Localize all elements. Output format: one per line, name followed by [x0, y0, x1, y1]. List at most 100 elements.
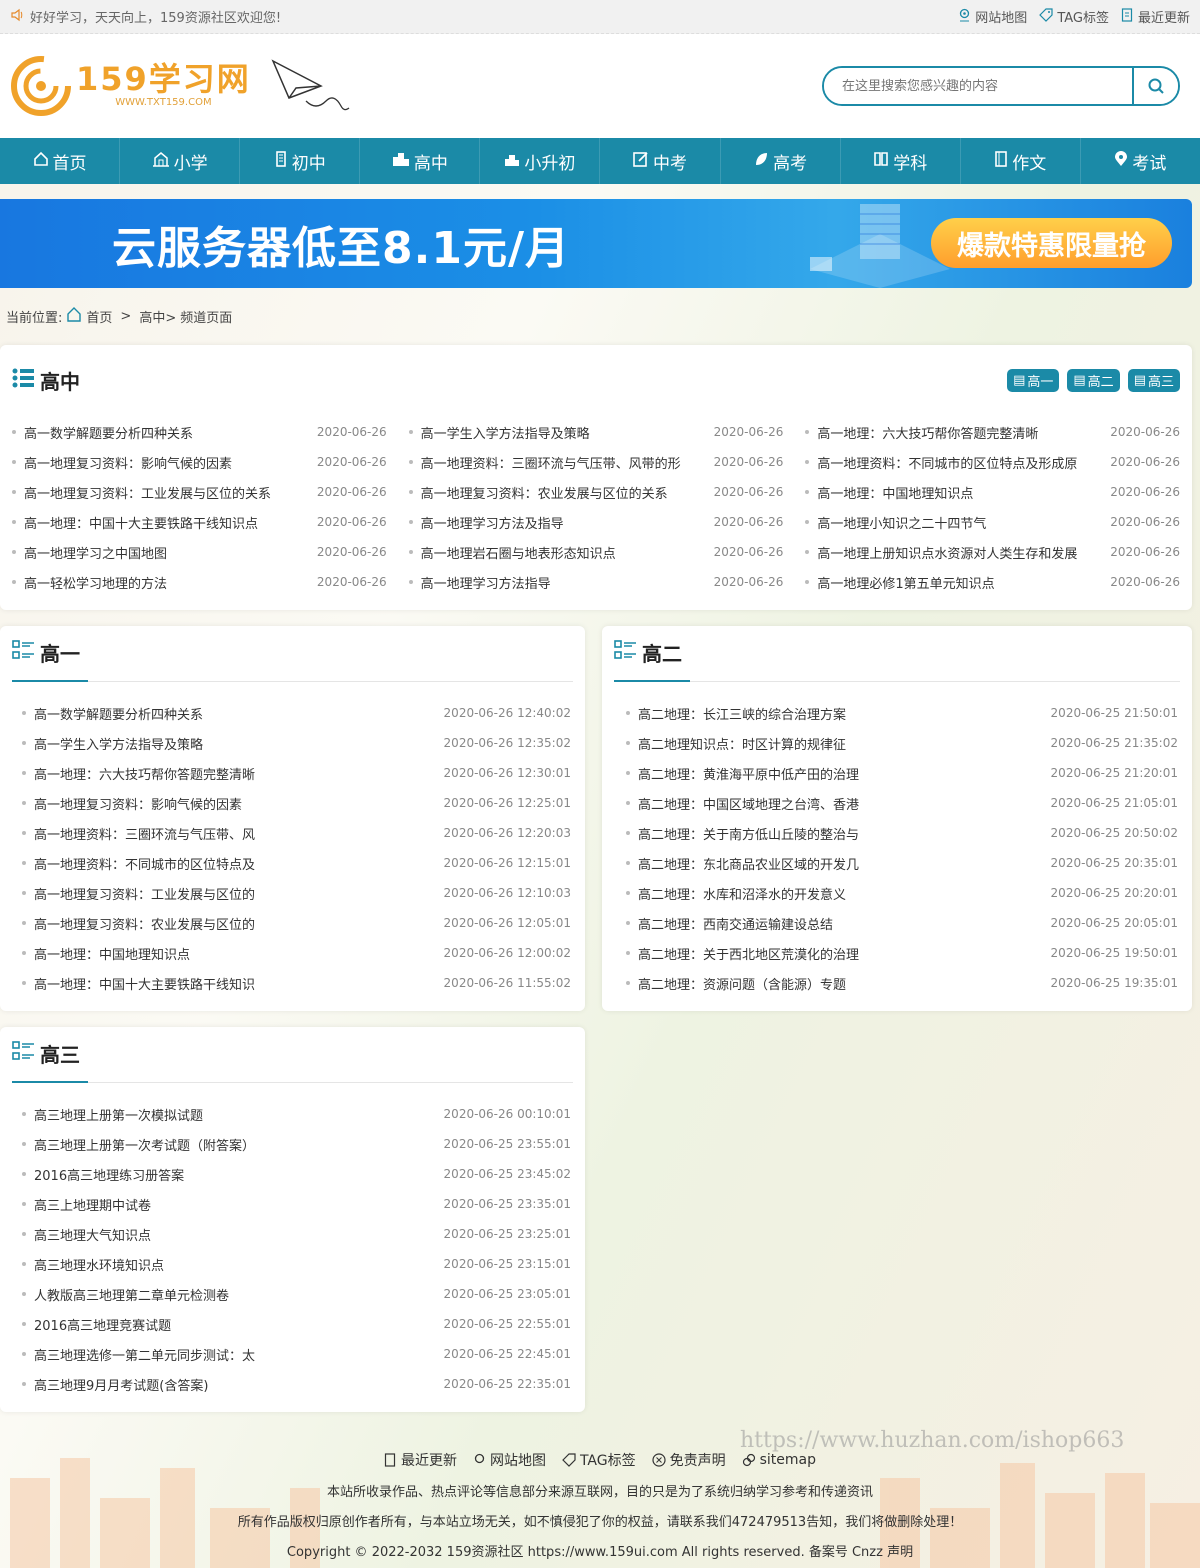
- list-item[interactable]: 高三地理大气知识点 2020-06-25 23:25:01: [22, 1219, 571, 1249]
- list-item[interactable]: 高一地理学习方法指导 2020-06-26: [409, 567, 784, 597]
- list-item-title[interactable]: 高一数学解题要分析四种关系: [12, 423, 193, 442]
- list-item[interactable]: 高三地理9月月考试题(含答案) 2020-06-25 22:35:01: [22, 1369, 571, 1399]
- list-item-title[interactable]: 高一地理：中国地理知识点: [805, 483, 973, 502]
- list-item-title[interactable]: 人教版高三地理第二章单元检测卷: [22, 1285, 229, 1304]
- nav-essay[interactable]: 作文: [961, 138, 1081, 184]
- list-item-title[interactable]: 高一地理资料：不同城市的区位特点及: [22, 854, 255, 873]
- list-item-title[interactable]: 高三地理大气知识点: [22, 1225, 151, 1244]
- list-item[interactable]: 高一地理：中国十大主要铁路干线知识 2020-06-26 11:55:02: [22, 968, 571, 998]
- list-item[interactable]: 高二地理：关于西北地区荒漠化的治理 2020-06-25 19:50:01: [626, 938, 1178, 968]
- list-item[interactable]: 高一地理资料：三圈环流与气压带、风带的形 2020-06-26: [409, 447, 784, 477]
- list-item[interactable]: 高三地理上册第一次考试题（附答案） 2020-06-25 23:55:01: [22, 1129, 571, 1159]
- list-item[interactable]: 高一地理：中国十大主要铁路干线知识点 2020-06-26: [12, 507, 387, 537]
- nav-home[interactable]: 首页: [0, 138, 121, 184]
- list-item-title[interactable]: 高一地理：中国十大主要铁路干线知识点: [12, 513, 258, 532]
- footer-link-sitemap[interactable]: 网站地图: [473, 1450, 546, 1470]
- list-item[interactable]: 高一地理岩石圈与地表形态知识点 2020-06-26: [409, 537, 784, 567]
- list-item[interactable]: 高一地理复习资料：工业发展与区位的 2020-06-26 12:10:03: [22, 878, 571, 908]
- list-item[interactable]: 高一地理复习资料：影响气候的因素 2020-06-26 12:25:01: [22, 788, 571, 818]
- list-item-title[interactable]: 高二地理：东北商品农业区域的开发几: [626, 854, 859, 873]
- footer-link-tags[interactable]: TAG标签: [562, 1450, 636, 1470]
- list-item[interactable]: 高一数学解题要分析四种关系 2020-06-26: [12, 417, 387, 447]
- list-item[interactable]: 高二地理：黄淮海平原中低产田的治理 2020-06-25 21:20:01: [626, 758, 1178, 788]
- tab-gaoer[interactable]: ▤ 高二: [1067, 368, 1120, 392]
- footer-link-recent[interactable]: 最近更新: [384, 1450, 457, 1470]
- list-item-title[interactable]: 高一地理复习资料：工业发展与区位的: [22, 884, 255, 903]
- list-item-title[interactable]: 高二地理：长江三峡的综合治理方案: [626, 704, 846, 723]
- list-item[interactable]: 人教版高三地理第二章单元检测卷 2020-06-25 23:05:01: [22, 1279, 571, 1309]
- list-item-title[interactable]: 高一地理复习资料：农业发展与区位的: [22, 914, 255, 933]
- list-item[interactable]: 高三上地理期中试卷 2020-06-25 23:35:01: [22, 1189, 571, 1219]
- list-item[interactable]: 高一地理复习资料：农业发展与区位的关系 2020-06-26: [409, 477, 784, 507]
- list-item-title[interactable]: 高三上地理期中试卷: [22, 1195, 151, 1214]
- nav-gaokao[interactable]: 高考: [721, 138, 841, 184]
- list-item-title[interactable]: 高一地理资料：不同城市的区位特点及形成原: [805, 453, 1077, 472]
- list-item[interactable]: 高一学生入学方法指导及策略 2020-06-26: [409, 417, 784, 447]
- tab-gaosan[interactable]: ▤ 高三: [1127, 368, 1180, 392]
- list-item-title[interactable]: 高一学生入学方法指导及策略: [409, 423, 590, 442]
- list-item-title[interactable]: 高三地理上册第一次模拟试题: [22, 1105, 203, 1124]
- footer-link-disclaimer[interactable]: 免责声明: [652, 1450, 726, 1470]
- list-item[interactable]: 高二地理：资源问题（含能源）专题 2020-06-25 19:35:01: [626, 968, 1178, 998]
- list-item[interactable]: 高二地理：关于南方低山丘陵的整治与 2020-06-25 20:50:02: [626, 818, 1178, 848]
- list-item[interactable]: 高一学生入学方法指导及策略 2020-06-26 12:35:02: [22, 728, 571, 758]
- list-item-title[interactable]: 高一地理：中国十大主要铁路干线知识: [22, 974, 255, 993]
- list-item-title[interactable]: 高一地理：中国地理知识点: [22, 944, 190, 963]
- logo[interactable]: 159学习网 WWW.TXT159.COM: [10, 55, 351, 117]
- nav-subjects[interactable]: 学科: [841, 138, 961, 184]
- list-item-title[interactable]: 高二地理：中国区域地理之台湾、香港: [626, 794, 859, 813]
- tag-link[interactable]: TAG标签: [1039, 7, 1109, 26]
- banner-cta-button[interactable]: 爆款特惠限量抢: [931, 218, 1172, 268]
- nav-junior[interactable]: 初中: [240, 138, 361, 184]
- list-item[interactable]: 高三地理上册第一次模拟试题 2020-06-26 00:10:01: [22, 1099, 571, 1129]
- list-item[interactable]: 高一地理复习资料：影响气候的因素 2020-06-26: [12, 447, 387, 477]
- list-item-title[interactable]: 高一地理复习资料：影响气候的因素: [22, 794, 242, 813]
- list-item[interactable]: 高二地理：西南交通运输建设总结 2020-06-25 20:05:01: [626, 908, 1178, 938]
- recent-link[interactable]: 最近更新: [1121, 7, 1190, 26]
- list-item[interactable]: 高二地理：水库和沼泽水的开发意义 2020-06-25 20:20:01: [626, 878, 1178, 908]
- list-item[interactable]: 高三地理选修一第二单元同步测试：太 2020-06-25 22:45:01: [22, 1339, 571, 1369]
- list-item[interactable]: 高一数学解题要分析四种关系 2020-06-26 12:40:02: [22, 698, 571, 728]
- list-item-title[interactable]: 高一轻松学习地理的方法: [12, 573, 167, 592]
- sitemap-link[interactable]: 网站地图: [958, 7, 1027, 26]
- list-item-title[interactable]: 高一学生入学方法指导及策略: [22, 734, 203, 753]
- breadcrumb-home[interactable]: 首页: [86, 307, 112, 326]
- list-item-title[interactable]: 高二地理：黄淮海平原中低产田的治理: [626, 764, 859, 783]
- list-item-title[interactable]: 高一地理学习方法指导: [409, 573, 551, 592]
- list-item-title[interactable]: 高二地理：关于西北地区荒漠化的治理: [626, 944, 859, 963]
- tab-gaoyi[interactable]: ▤ 高一: [1007, 368, 1060, 392]
- list-item[interactable]: 2016高三地理竞赛试题 2020-06-25 22:55:01: [22, 1309, 571, 1339]
- list-item-title[interactable]: 高二地理：关于南方低山丘陵的整治与: [626, 824, 859, 843]
- nav-zhongkao[interactable]: 中考: [600, 138, 721, 184]
- breadcrumb-current[interactable]: 高中>: [139, 307, 176, 326]
- list-item[interactable]: 高一地理复习资料：工业发展与区位的关系 2020-06-26: [12, 477, 387, 507]
- list-item[interactable]: 2016高三地理练习册答案 2020-06-25 23:45:02: [22, 1159, 571, 1189]
- list-item-title[interactable]: 高一地理资料：三圈环流与气压带、风带的形: [409, 453, 681, 472]
- list-item-title[interactable]: 高一地理学习之中国地图: [12, 543, 167, 562]
- list-item-title[interactable]: 高三地理上册第一次考试题（附答案）: [22, 1135, 255, 1154]
- list-item[interactable]: 高一地理小知识之二十四节气 2020-06-26: [805, 507, 1180, 537]
- list-item-title[interactable]: 高一地理复习资料：农业发展与区位的关系: [409, 483, 668, 502]
- nav-senior[interactable]: 高中: [360, 138, 481, 184]
- list-item[interactable]: 高一轻松学习地理的方法 2020-06-26: [12, 567, 387, 597]
- footer-link-xml-sitemap[interactable]: sitemap: [742, 1450, 816, 1470]
- list-item-title[interactable]: 高二地理：资源问题（含能源）专题: [626, 974, 846, 993]
- list-item-title[interactable]: 高三地理选修一第二单元同步测试：太: [22, 1345, 255, 1364]
- list-item[interactable]: 高一地理学习方法及指导 2020-06-26: [409, 507, 784, 537]
- list-item-title[interactable]: 高二地理知识点：时区计算的规律征: [626, 734, 846, 753]
- list-item[interactable]: 高一地理复习资料：农业发展与区位的 2020-06-26 12:05:01: [22, 908, 571, 938]
- list-item[interactable]: 高一地理学习之中国地图 2020-06-26: [12, 537, 387, 567]
- list-item[interactable]: 高一地理资料：不同城市的区位特点及形成原 2020-06-26: [805, 447, 1180, 477]
- nav-xiaoshengchu[interactable]: 小升初: [480, 138, 601, 184]
- list-item-title[interactable]: 高一地理：六大技巧帮你答题完整清晰: [805, 423, 1038, 442]
- list-item-title[interactable]: 2016高三地理练习册答案: [22, 1165, 184, 1184]
- list-item-title[interactable]: 高一地理上册知识点水资源对人类生存和发展: [805, 543, 1077, 562]
- list-item[interactable]: 高二地理知识点：时区计算的规律征 2020-06-25 21:35:02: [626, 728, 1178, 758]
- nav-primary[interactable]: 小学: [120, 138, 241, 184]
- nav-exam[interactable]: 考试: [1081, 138, 1200, 184]
- list-item-title[interactable]: 高一地理复习资料：工业发展与区位的关系: [12, 483, 271, 502]
- list-item[interactable]: 高一地理资料：不同城市的区位特点及 2020-06-26 12:15:01: [22, 848, 571, 878]
- list-item[interactable]: 高一地理：中国地理知识点 2020-06-26 12:00:02: [22, 938, 571, 968]
- list-item-title[interactable]: 高三地理水环境知识点: [22, 1255, 164, 1274]
- list-item[interactable]: 高一地理必修1第五单元知识点 2020-06-26: [805, 567, 1180, 597]
